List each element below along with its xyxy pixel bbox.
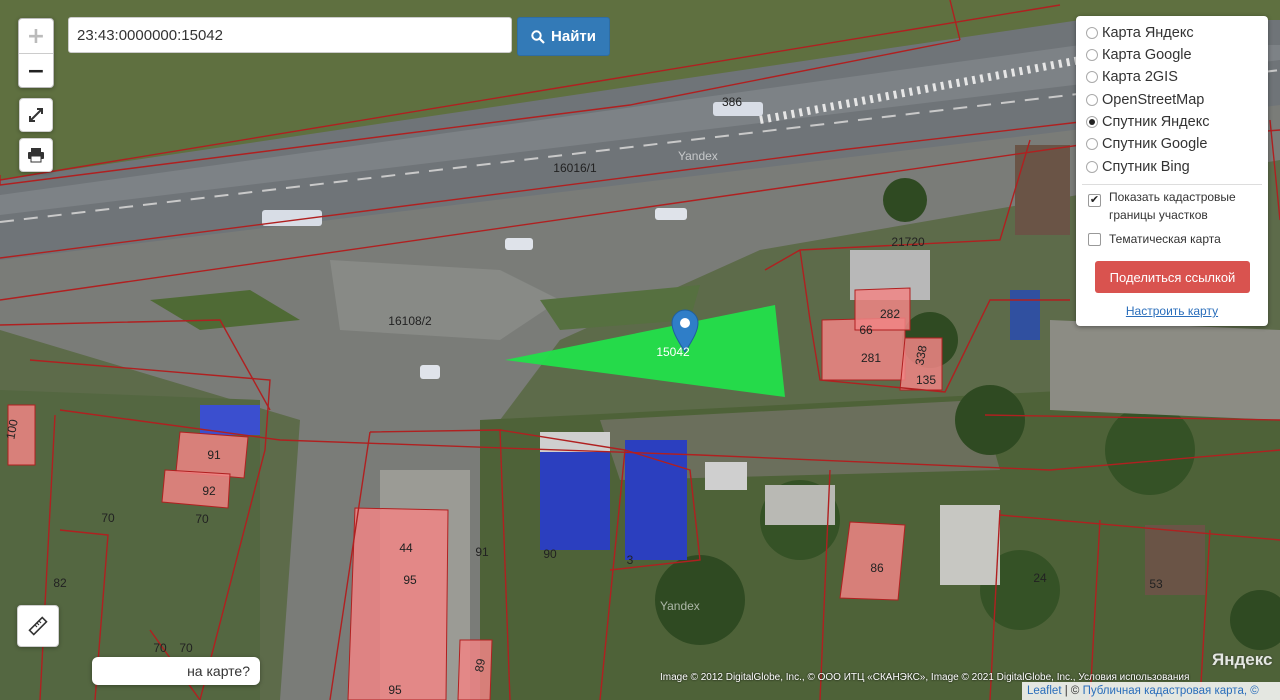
parcel-number-label: 15042 <box>656 345 690 359</box>
cadastral-search-input[interactable] <box>68 17 512 53</box>
parcel-number-label: 90 <box>543 547 557 561</box>
attribution-bar: Leaflet | © Публичная кадастровая карта,… <box>1022 682 1280 700</box>
building-white-roof <box>705 462 747 490</box>
layer-option-yandex-satellite[interactable]: Спутник Яндекс <box>1086 111 1209 133</box>
parcel-number-label: 86 <box>870 561 884 575</box>
measure-button[interactable] <box>17 605 59 647</box>
parcel-number-label: 386 <box>722 95 742 109</box>
building-blue-roof <box>625 440 687 560</box>
ruler-icon <box>28 616 48 636</box>
attribution-separator: | © <box>1061 685 1083 697</box>
parcel-number-label: 70 <box>153 641 167 655</box>
layer-option-2gis-map[interactable]: Карта 2GIS <box>1086 66 1178 88</box>
parking-lot <box>1050 320 1280 420</box>
car <box>655 208 687 220</box>
layer-option-label: Спутник Google <box>1102 136 1208 152</box>
tree <box>883 178 927 222</box>
parcel-92[interactable] <box>161 469 231 509</box>
tree <box>955 385 1025 455</box>
parcel-number-label: 135 <box>916 373 936 387</box>
leaflet-link[interactable]: Leaflet <box>1027 685 1062 697</box>
building-gray-roof <box>765 485 835 525</box>
yandex-logo: Яндекс <box>1212 650 1273 669</box>
parcel-number-label: 16108/2 <box>388 314 432 328</box>
parcel-number-label: 92 <box>202 484 216 498</box>
map-hint-text: на карте? <box>187 663 250 679</box>
configure-map-link[interactable]: Настроить карту <box>1076 304 1268 318</box>
search-icon <box>531 29 545 44</box>
show-cadastral-label: Показать кадастровые границы участков <box>1109 190 1236 222</box>
divider <box>1082 184 1262 185</box>
car <box>420 365 440 379</box>
radio-button-selected[interactable] <box>1086 116 1098 128</box>
car <box>505 238 533 250</box>
parcel-number-label: 16016/1 <box>553 161 597 175</box>
printer-icon <box>28 148 44 163</box>
show-cadastral-checkbox[interactable]: ✔ <box>1088 194 1101 207</box>
building-white-roof <box>940 505 1000 585</box>
fullscreen-button[interactable] <box>19 98 53 132</box>
layer-option-google-satellite[interactable]: Спутник Google <box>1086 133 1207 155</box>
parcel-number-label: 91 <box>475 545 489 559</box>
parcel-number-label: 53 <box>1149 577 1163 591</box>
parcel-44[interactable] <box>347 507 449 700</box>
radio-button[interactable] <box>1086 161 1098 173</box>
layers-panel: Карта Яндекс Карта Google Карта 2GIS Ope… <box>1076 16 1268 326</box>
parcel-number-label: 95 <box>388 683 402 697</box>
layer-option-bing-satellite[interactable]: Спутник Bing <box>1086 156 1190 178</box>
thematic-map-label: Тематическая карта <box>1109 232 1221 246</box>
radio-button[interactable] <box>1086 138 1098 150</box>
parcel-number-label: 70 <box>101 511 115 525</box>
share-link-button[interactable]: Поделиться ссылкой <box>1095 261 1250 293</box>
building-blue-roof <box>540 450 610 550</box>
print-button[interactable] <box>19 138 53 172</box>
layer-option-label: Карта 2GIS <box>1102 69 1178 85</box>
yandex-watermark: Yandex <box>660 599 700 613</box>
radio-button[interactable] <box>1086 94 1098 106</box>
layer-option-yandex-map[interactable]: Карта Яндекс <box>1086 22 1194 44</box>
parcel-number-label: 82 <box>53 576 67 590</box>
yandex-watermark: Yandex <box>678 149 718 163</box>
parcel-number-label: 282 <box>880 307 900 321</box>
building-blue-roof <box>1010 290 1040 340</box>
layer-option-label: Карта Google <box>1102 47 1192 63</box>
zoom-in-button[interactable]: + <box>19 19 53 54</box>
layer-option-google-map[interactable]: Карта Google <box>1086 44 1192 66</box>
layer-option-label: Спутник Bing <box>1102 159 1190 175</box>
radio-button[interactable] <box>1086 71 1098 83</box>
layer-option-label: Карта Яндекс <box>1102 25 1194 41</box>
parcel-number-label: 70 <box>179 641 193 655</box>
parcel-number-label: 3 <box>627 553 634 567</box>
layer-option-openstreetmap[interactable]: OpenStreetMap <box>1086 89 1204 111</box>
layer-option-label: Спутник Яндекс <box>1102 114 1210 130</box>
parcel-number-label: 89 <box>472 657 488 673</box>
map-hint-tooltip[interactable]: на карте? <box>92 657 260 685</box>
zoom-out-button[interactable]: − <box>19 54 53 88</box>
kadastr-link[interactable]: Публичная кадастровая карта, © <box>1083 685 1259 697</box>
parcel-number-label: 281 <box>861 351 881 365</box>
radio-button[interactable] <box>1086 27 1098 39</box>
thematic-map-checkbox[interactable] <box>1088 233 1101 246</box>
radio-button[interactable] <box>1086 49 1098 61</box>
building-brown-roof <box>1015 145 1070 235</box>
search-button[interactable]: Найти <box>517 17 610 56</box>
parcel-number-label: 24 <box>1033 571 1047 585</box>
parcel-number-label: 44 <box>399 541 413 555</box>
parcel-number-label: 95 <box>403 573 417 587</box>
parcel-number-label: 91 <box>207 448 221 462</box>
expand-icon <box>29 108 43 122</box>
layer-option-label: OpenStreetMap <box>1102 92 1205 108</box>
parcel-number-label: 66 <box>859 323 873 337</box>
zoom-control: + − <box>18 18 54 88</box>
parcel-number-label: 70 <box>195 512 209 526</box>
search-button-label: Найти <box>551 28 596 45</box>
parcel-number-label: 21720 <box>891 235 925 249</box>
